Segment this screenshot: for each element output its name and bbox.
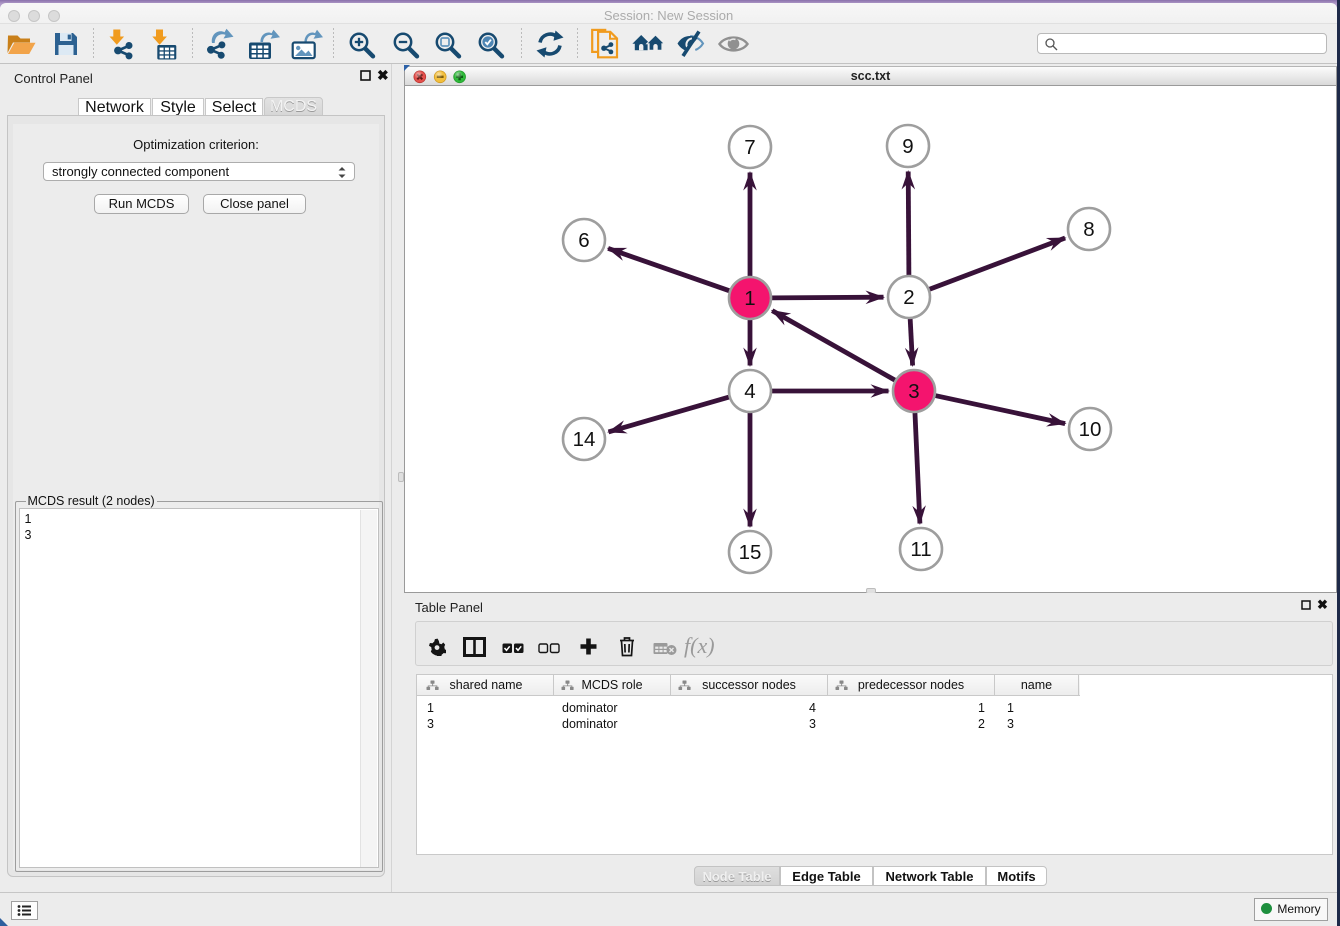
svg-text:6: 6 xyxy=(578,229,589,252)
svg-text:4: 4 xyxy=(744,380,755,403)
svg-text:2: 2 xyxy=(903,286,914,309)
svg-text:3: 3 xyxy=(908,380,919,403)
svg-text:10: 10 xyxy=(1079,418,1102,441)
svg-text:9: 9 xyxy=(902,135,913,158)
svg-text:8: 8 xyxy=(1083,218,1094,241)
svg-text:15: 15 xyxy=(739,541,762,564)
svg-text:7: 7 xyxy=(744,136,755,159)
svg-text:14: 14 xyxy=(573,428,596,451)
svg-text:1: 1 xyxy=(744,287,755,310)
svg-text:11: 11 xyxy=(910,538,931,561)
